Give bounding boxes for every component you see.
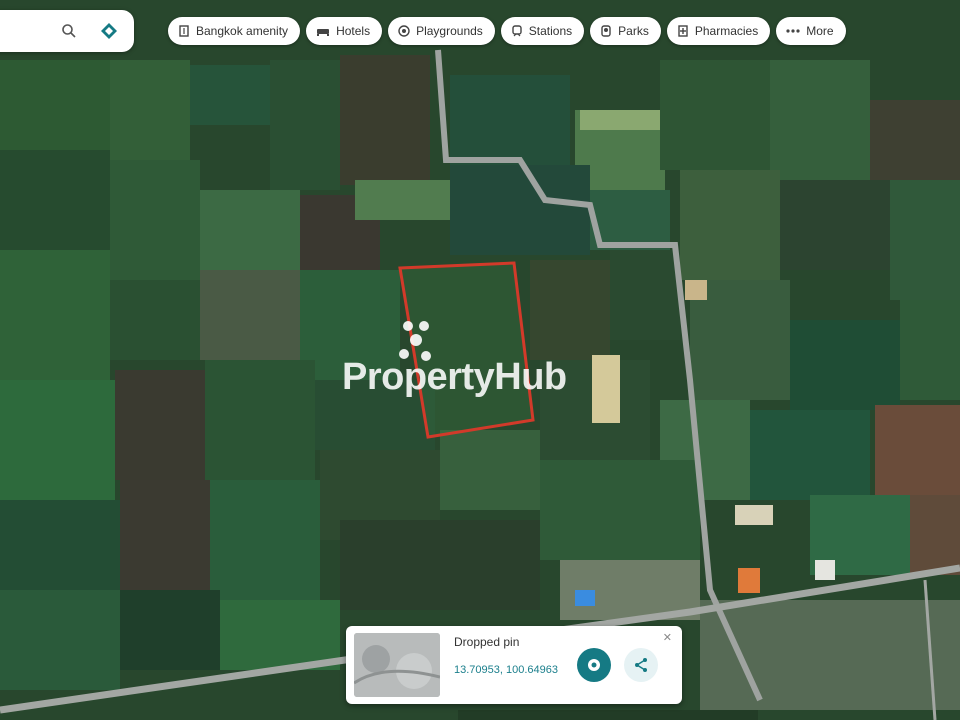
tree-icon — [601, 25, 611, 37]
chip-stations[interactable]: Stations — [500, 17, 585, 45]
bed-icon — [317, 29, 330, 36]
chip-parks[interactable]: Parks — [590, 17, 661, 45]
directions-icon — [588, 659, 600, 671]
place-title: Dropped pin — [454, 635, 520, 649]
more-icon — [786, 29, 800, 33]
search-icon[interactable] — [58, 20, 80, 42]
watermark-text: PropertyHub — [342, 356, 567, 398]
search-input[interactable] — [4, 20, 38, 37]
watermark: PropertyHub — [342, 318, 632, 408]
directions-button[interactable] — [577, 648, 611, 682]
train-icon — [512, 25, 522, 37]
category-chips: Bangkok amenity Hotels Playgrounds Stati… — [168, 17, 846, 45]
place-card[interactable]: Dropped pin 13.70953, 100.64963 ✕ — [346, 626, 682, 704]
chip-label: Pharmacies — [694, 24, 759, 38]
building-icon — [179, 25, 189, 37]
share-icon — [635, 658, 647, 672]
chip-amenity[interactable]: Bangkok amenity — [168, 17, 301, 45]
chip-playgrounds[interactable]: Playgrounds — [388, 17, 495, 45]
layers-icon[interactable] — [98, 20, 120, 42]
chip-label: Parks — [618, 24, 649, 38]
chip-label: Stations — [528, 24, 573, 38]
close-icon[interactable]: ✕ — [663, 631, 672, 644]
chip-hotels[interactable]: Hotels — [306, 17, 383, 45]
chip-label: Playgrounds — [416, 24, 483, 38]
chip-label: Hotels — [336, 24, 371, 38]
share-button[interactable] — [624, 648, 658, 682]
search-box[interactable] — [0, 10, 134, 52]
playground-icon — [398, 25, 410, 37]
place-thumbnail[interactable] — [354, 633, 440, 697]
chip-label: More — [806, 24, 834, 38]
place-coordinates[interactable]: 13.70953, 100.64963 — [454, 664, 558, 676]
chip-more[interactable]: More — [776, 17, 846, 45]
pharmacy-icon — [678, 25, 688, 37]
chip-pharmacies[interactable]: Pharmacies — [666, 17, 771, 45]
map-attribution-bar — [458, 710, 758, 720]
chip-label: Bangkok amenity — [196, 24, 289, 38]
